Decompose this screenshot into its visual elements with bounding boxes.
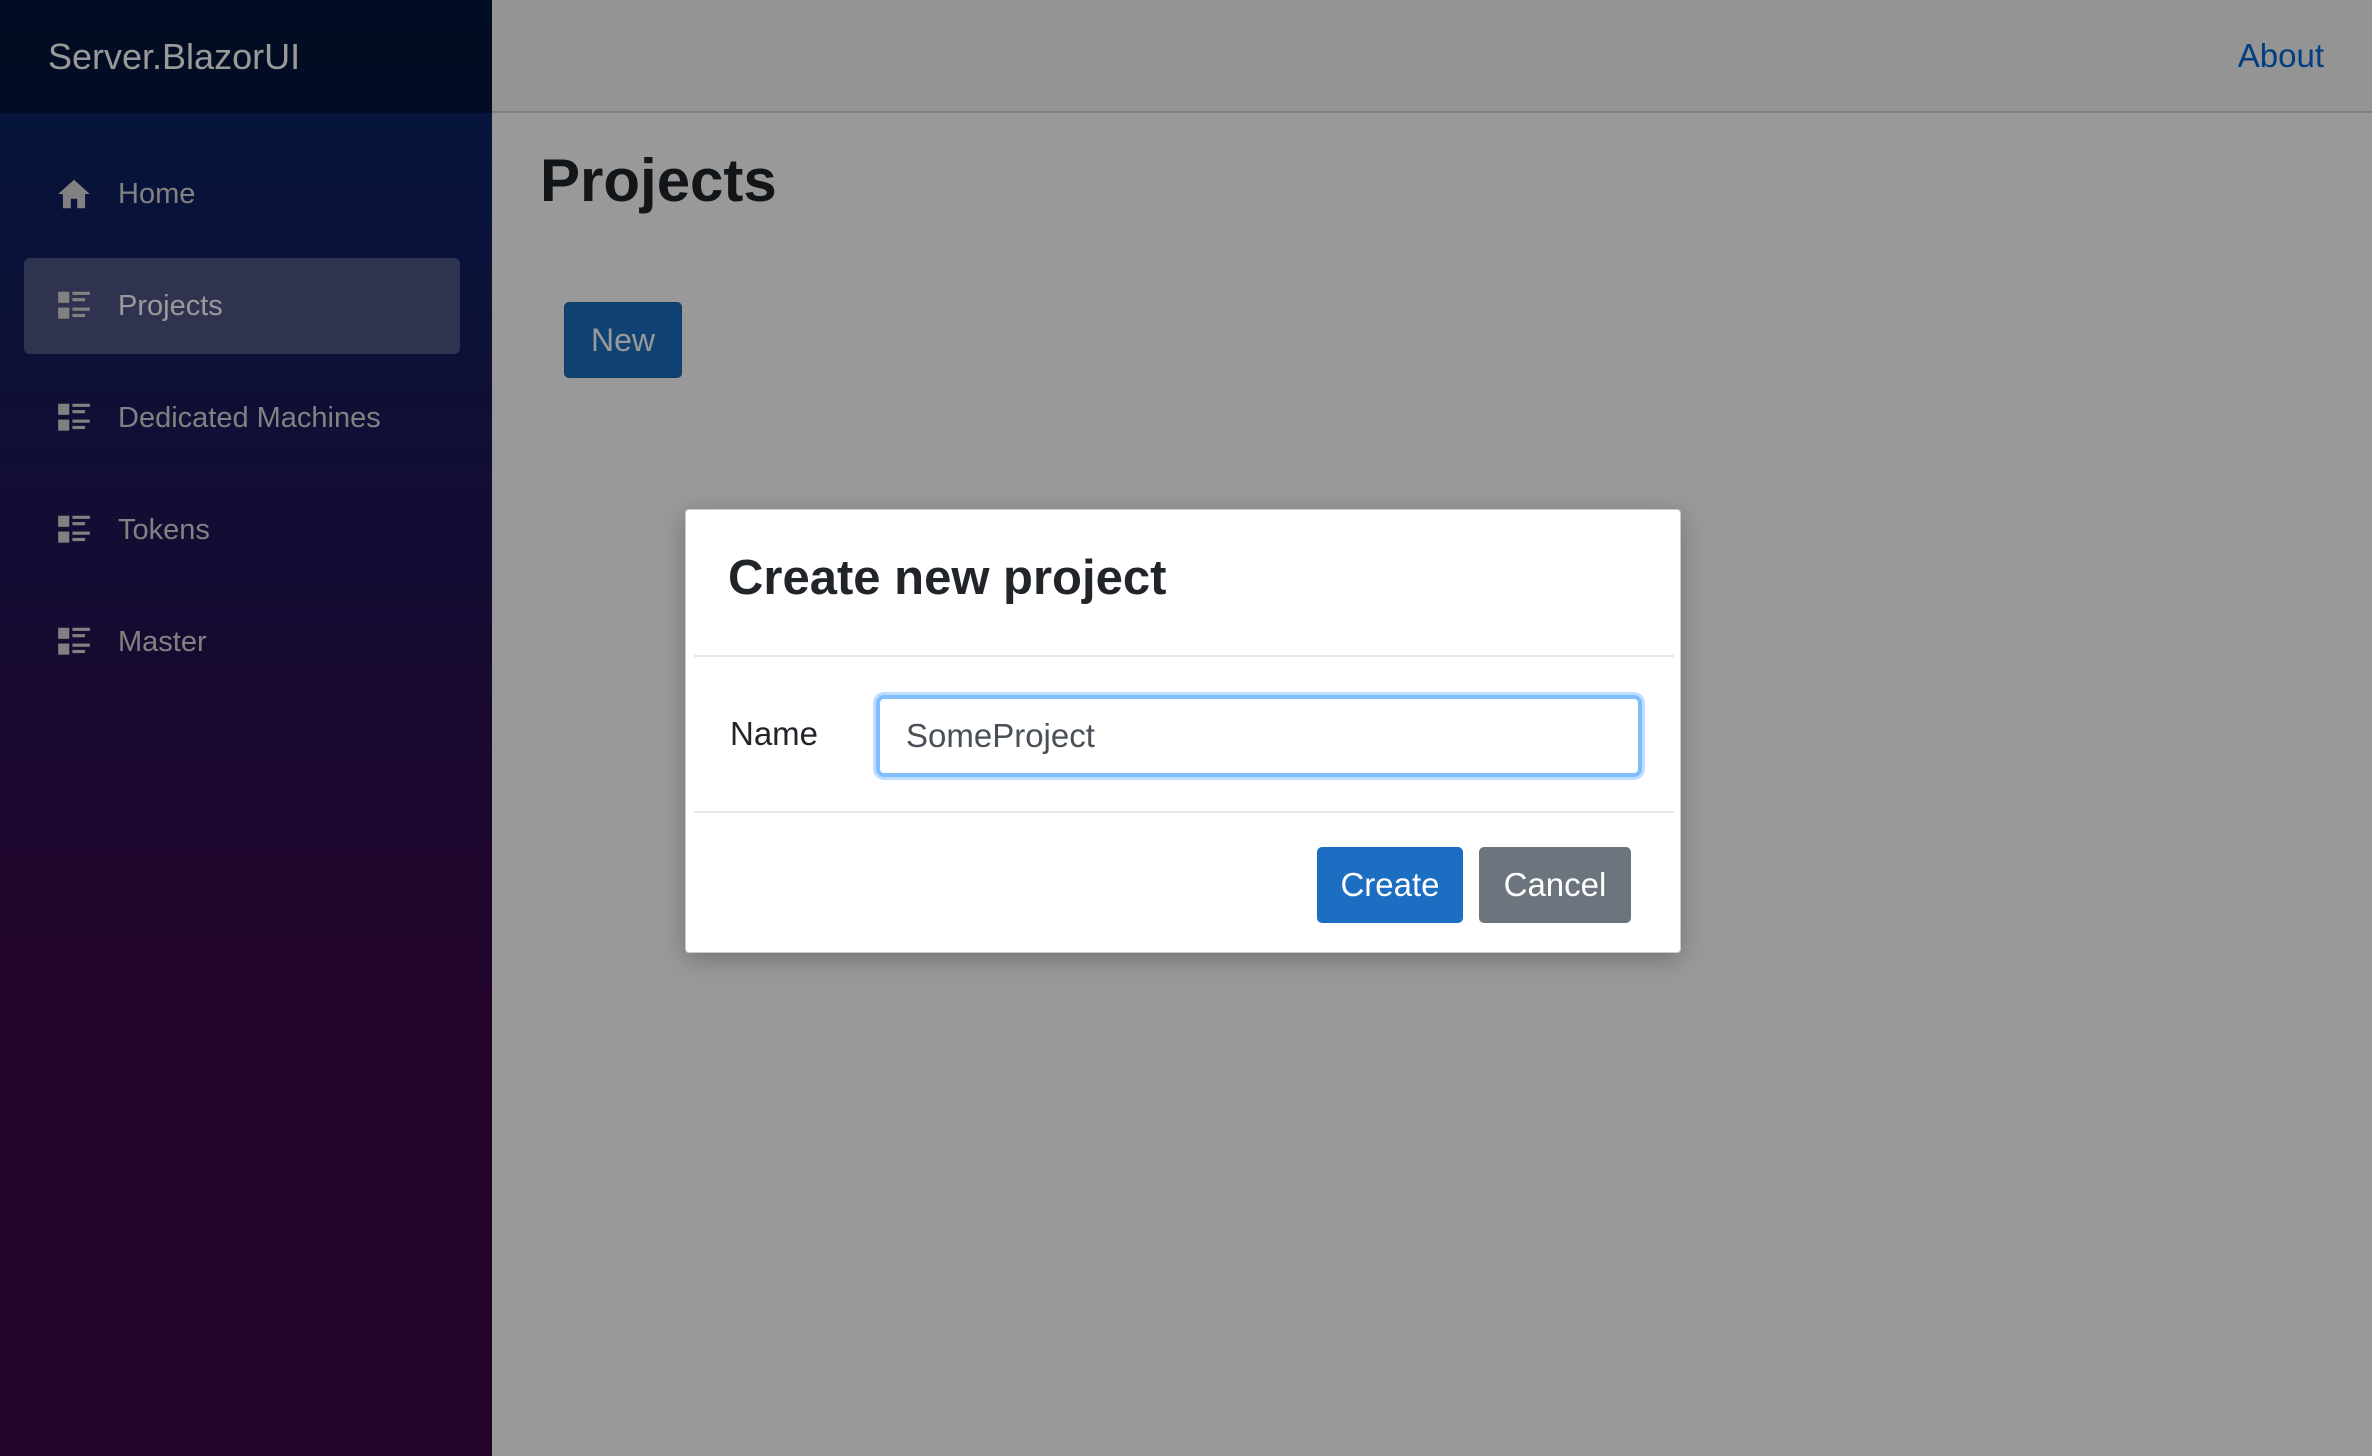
cancel-button[interactable]: Cancel	[1479, 847, 1631, 923]
name-label: Name	[730, 715, 819, 752]
dialog-title: Create new project	[728, 551, 1167, 605]
dialog-body: Name	[686, 659, 1682, 811]
create-project-dialog: Create new project Name Create Cancel	[685, 509, 1681, 953]
app-window: Server.BlazorUI Home Projects Dedicated …	[0, 0, 2372, 1456]
dialog-footer: Create Cancel	[694, 811, 1674, 954]
project-name-input[interactable]	[876, 695, 1642, 777]
create-button[interactable]: Create	[1317, 847, 1463, 923]
dialog-header: Create new project	[694, 510, 1674, 657]
